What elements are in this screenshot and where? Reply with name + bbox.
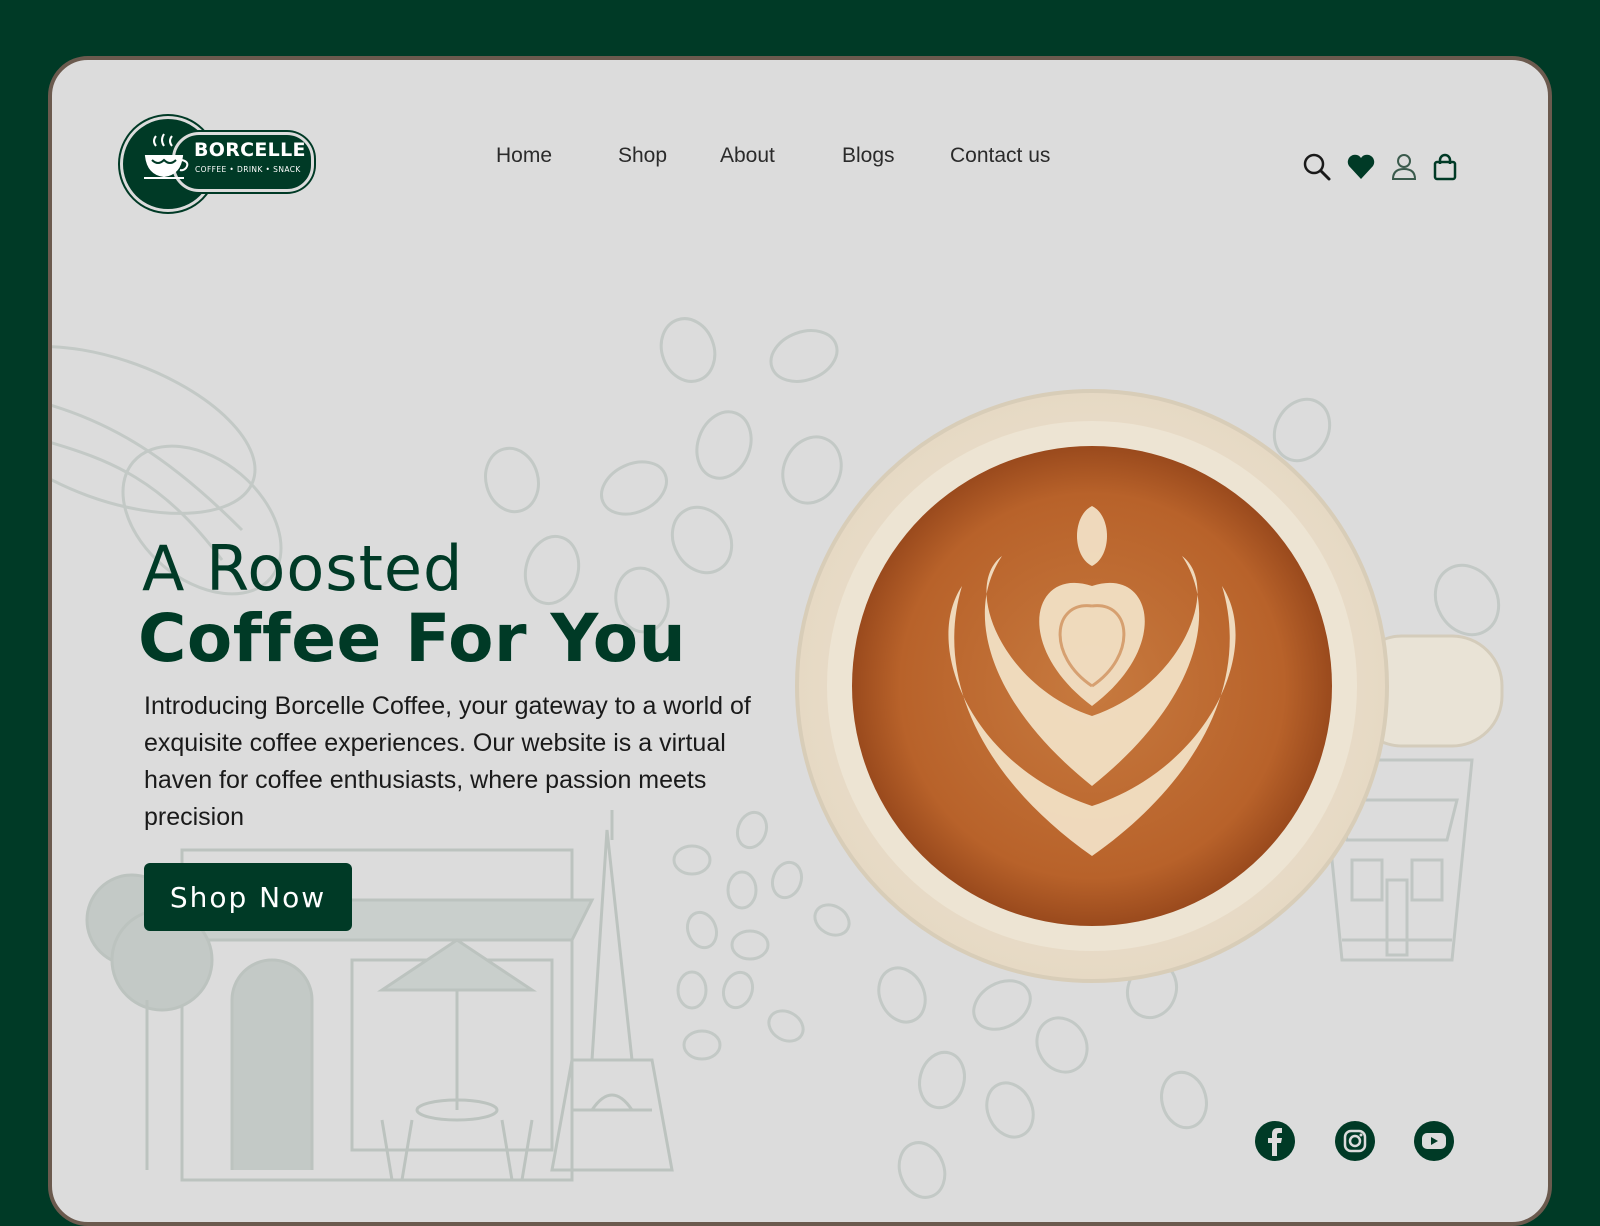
facebook-icon[interactable]: [1254, 1120, 1296, 1162]
shopping-bag-icon[interactable]: [1430, 152, 1460, 182]
shop-now-button[interactable]: Shop Now: [144, 863, 352, 931]
brand-logo[interactable]: BORCELLE COFFEE • DRINK • SNACK: [120, 116, 316, 212]
youtube-icon[interactable]: [1413, 1120, 1455, 1162]
latte-cup-illustration: [795, 389, 1504, 983]
coffee-cup-icon: [144, 133, 189, 179]
nav-about[interactable]: About: [720, 144, 775, 168]
brand-name: BORCELLE: [194, 139, 306, 161]
nav-contact[interactable]: Contact us: [950, 144, 1050, 168]
heart-icon[interactable]: [1346, 152, 1376, 182]
instagram-icon[interactable]: [1334, 1120, 1376, 1162]
user-icon[interactable]: [1389, 152, 1419, 182]
search-icon[interactable]: [1302, 152, 1332, 182]
nav-shop[interactable]: Shop: [618, 144, 667, 168]
hero-description: Introducing Borcelle Coffee, your gatewa…: [144, 692, 751, 831]
hero-title-line1: A Roosted: [142, 532, 464, 605]
nav-blogs[interactable]: Blogs: [842, 144, 895, 168]
page-frame: BORCELLE COFFEE • DRINK • SNACK Home Sho…: [48, 56, 1552, 1226]
brand-tagline: COFFEE • DRINK • SNACK: [195, 165, 301, 174]
nav-home[interactable]: Home: [496, 144, 552, 168]
hero-title-line2: Coffee For You: [138, 600, 687, 677]
